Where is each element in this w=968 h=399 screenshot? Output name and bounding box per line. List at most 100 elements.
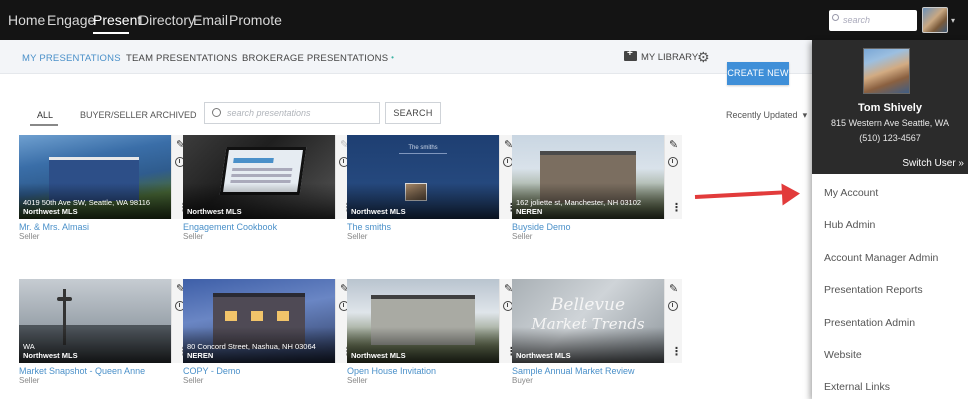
tab-team-presentations[interactable]: TEAM PRESENTATIONS <box>126 53 237 64</box>
folder-plus-icon <box>624 48 637 61</box>
nav-email[interactable]: Email <box>193 12 228 28</box>
menu-item-my-account[interactable]: My Account <box>824 187 878 199</box>
menu-item-presentation-reports[interactable]: Presentation Reports <box>824 284 923 296</box>
presentation-card[interactable]: 162 joliette st, Manchester, NH 03102 NE… <box>512 135 682 241</box>
menu-item-hub-admin[interactable]: Hub Admin <box>824 219 875 231</box>
active-filter-indicator <box>30 124 58 126</box>
global-search-input[interactable]: search <box>829 10 917 31</box>
presentation-thumbnail[interactable]: 162 joliette st, Manchester, NH 03102 NE… <box>512 135 664 219</box>
nav-promote[interactable]: Promote <box>229 12 282 28</box>
card-type: Seller <box>347 232 368 241</box>
user-profile-header: Tom Shively 815 Western Ave Seattle, WA … <box>812 40 968 174</box>
search-icon <box>832 14 839 21</box>
presentation-thumbnail[interactable]: 4019 50th Ave SW, Seattle, WA 98116 Nort… <box>19 135 171 219</box>
presentation-card[interactable]: 4019 50th Ave SW, Seattle, WA 98116 Nort… <box>19 135 189 241</box>
search-icon <box>212 108 221 117</box>
card-type: Seller <box>512 232 533 241</box>
top-navigation-bar: Home Engage Present Directory Email Prom… <box>0 0 968 40</box>
card-type: Seller <box>19 232 40 241</box>
filter-buyer-seller[interactable]: BUYER/SELLER <box>80 110 148 120</box>
nav-present[interactable]: Present <box>93 12 141 28</box>
user-address: 815 Western Ave Seattle, WA <box>831 118 949 128</box>
card-title[interactable]: Engagement Cookbook <box>183 222 277 232</box>
card-type: Buyer <box>512 376 533 385</box>
thumbnail-mls: Northwest MLS <box>351 351 406 360</box>
presentation-thumbnail[interactable]: The smiths Northwest MLS <box>347 135 499 219</box>
thumbnail-mls: Northwest MLS <box>516 351 571 360</box>
clock-icon[interactable] <box>668 157 678 167</box>
menu-item-external-links[interactable]: External Links <box>824 381 890 393</box>
nav-engage[interactable]: Engage <box>47 12 95 28</box>
search-presentations-placeholder: search presentations <box>227 108 311 118</box>
gear-icon[interactable]: ⚙ <box>697 49 710 66</box>
thumbnail-heading: Bellevue <box>550 295 626 315</box>
thumbnail-address: 4019 50th Ave SW, Seattle, WA 98116 <box>23 198 151 207</box>
annotation-arrow-line <box>694 190 787 199</box>
search-button[interactable]: SEARCH <box>385 102 441 124</box>
card-title[interactable]: Mr. & Mrs. Almasi <box>19 222 89 232</box>
thumbnail-mls: Northwest MLS <box>23 207 78 216</box>
presentation-thumbnail[interactable]: WA Northwest MLS <box>19 279 171 363</box>
filter-archived[interactable]: ARCHIVED <box>150 110 197 120</box>
clock-icon[interactable] <box>668 301 678 311</box>
profile-photo <box>863 48 910 94</box>
presentation-card[interactable]: Northwest MLS ✎ ⋮ Open House Invitation … <box>347 279 517 385</box>
create-new-button[interactable]: CREATE NEW <box>727 62 789 85</box>
sort-label: Recently Updated <box>726 110 798 120</box>
presentation-thumbnail[interactable]: Northwest MLS <box>183 135 335 219</box>
presentation-thumbnail[interactable]: 80 Concord Street, Nashua, NH 03064 NERE… <box>183 279 335 363</box>
tab-brokerage-label: BROKERAGE PRESENTATIONS <box>242 53 389 64</box>
annotation-arrow-head <box>781 182 801 206</box>
presentation-card[interactable]: 80 Concord Street, Nashua, NH 03064 NERE… <box>183 279 353 385</box>
menu-item-account-manager-admin[interactable]: Account Manager Admin <box>824 252 938 264</box>
sort-dropdown[interactable]: Recently Updated ▾ <box>726 110 807 121</box>
card-title[interactable]: COPY - Demo <box>183 366 240 376</box>
presentation-thumbnail[interactable]: Northwest MLS <box>347 279 499 363</box>
presentation-card[interactable]: The smiths Northwest MLS ✎ ⋮ The smiths … <box>347 135 517 241</box>
menu-item-website[interactable]: Website <box>824 349 862 361</box>
thumbnail-heading: The smiths <box>408 145 438 151</box>
card-title[interactable]: Sample Annual Market Review <box>512 366 635 376</box>
presentation-card[interactable]: Northwest MLS ✎ ⋮ Engagement Cookbook Se… <box>183 135 353 241</box>
user-avatar[interactable] <box>922 7 948 33</box>
nav-home[interactable]: Home <box>8 12 45 28</box>
card-type: Seller <box>347 376 368 385</box>
thumbnail-address: WA <box>23 342 35 351</box>
search-presentations-input[interactable]: search presentations <box>204 102 380 124</box>
user-menu-caret-icon[interactable]: ▾ <box>951 16 955 25</box>
presentation-card[interactable]: WA Northwest MLS ✎ ⋮ Market Snapshot - Q… <box>19 279 189 385</box>
chevron-down-icon: ▾ <box>802 110 808 120</box>
my-library-label: MY LIBRARY <box>641 52 699 63</box>
thumbnail-mls: Northwest MLS <box>187 207 242 216</box>
new-indicator-dot: • <box>391 53 395 62</box>
card-actions: ✎ ⋮ <box>664 135 682 219</box>
card-title[interactable]: Market Snapshot - Queen Anne <box>19 366 145 376</box>
card-title[interactable]: The smiths <box>347 222 391 232</box>
tab-my-presentations[interactable]: MY PRESENTATIONS <box>22 53 121 64</box>
card-title[interactable]: Buyside Demo <box>512 222 571 232</box>
card-type: Seller <box>183 232 204 241</box>
menu-item-presentation-admin[interactable]: Presentation Admin <box>824 317 915 329</box>
pencil-icon[interactable]: ✎ <box>669 282 678 295</box>
thumbnail-address: 162 joliette st, Manchester, NH 03102 <box>516 198 642 207</box>
pencil-icon[interactable]: ✎ <box>669 138 678 151</box>
thumbnail-address: 80 Concord Street, Nashua, NH 03064 <box>187 342 316 351</box>
my-library-button[interactable]: MY LIBRARY <box>624 48 699 63</box>
presentation-card[interactable]: Bellevue Market Trends Northwest MLS ✎ ⋮… <box>512 279 682 385</box>
thumbnail-divider <box>399 153 447 154</box>
global-search-placeholder: search <box>843 15 871 25</box>
user-name: Tom Shively <box>858 102 922 114</box>
card-title[interactable]: Open House Invitation <box>347 366 436 376</box>
user-dropdown-panel: Tom Shively 815 Western Ave Seattle, WA … <box>812 40 968 399</box>
nav-directory[interactable]: Directory <box>139 12 195 28</box>
card-actions: ✎ ⋮ <box>664 279 682 363</box>
tab-brokerage-presentations[interactable]: BROKERAGE PRESENTATIONS • <box>242 53 394 64</box>
more-options-icon[interactable]: ⋮ <box>671 201 682 214</box>
filter-all[interactable]: ALL <box>37 110 53 120</box>
more-options-icon[interactable]: ⋮ <box>671 345 682 358</box>
thumbnail-mls: NEREN <box>516 207 543 216</box>
user-phone: (510) 123-4567 <box>859 133 921 143</box>
switch-user-link[interactable]: Switch User » <box>902 158 964 169</box>
presentation-thumbnail[interactable]: Bellevue Market Trends Northwest MLS <box>512 279 664 363</box>
thumbnail-mls: NEREN <box>187 351 214 360</box>
